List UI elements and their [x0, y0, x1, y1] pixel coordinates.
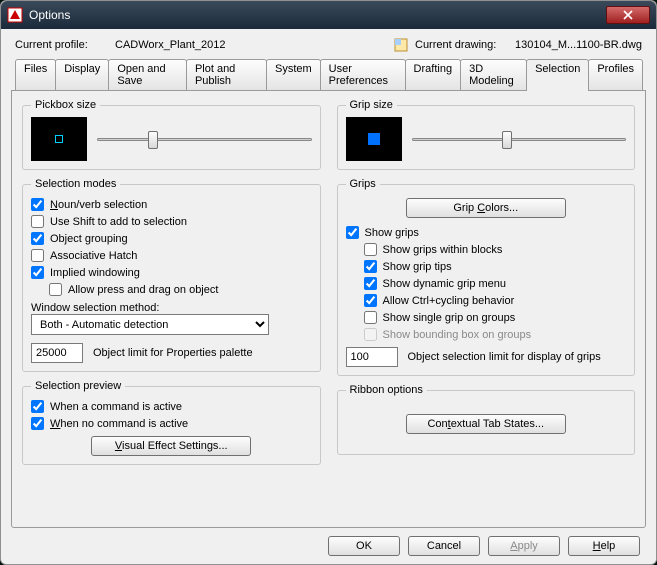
window-title: Options [29, 8, 606, 22]
tab-display[interactable]: Display [55, 59, 109, 90]
implied-window-check[interactable]: Implied windowing [31, 264, 312, 281]
no-cmd-check[interactable]: When no command is active [31, 415, 312, 432]
profile-value: CADWorx_Plant_2012 [115, 39, 393, 51]
gripsize-slider[interactable] [412, 129, 627, 149]
gripsize-preview [346, 117, 402, 161]
drawing-icon [393, 37, 409, 53]
grips-legend: Grips [346, 178, 380, 190]
tab-user-preferences[interactable]: User Preferences [320, 59, 406, 90]
pickbox-preview [31, 117, 87, 161]
cancel-button[interactable]: Cancel [408, 536, 480, 556]
allow-press-drag-check[interactable]: Allow press and drag on object [31, 281, 312, 298]
window-method-select[interactable]: Both - Automatic detection [31, 314, 269, 335]
grips-group: Grips Grip Colors... Show grips Show gri… [337, 178, 636, 376]
left-column: Pickbox size Selection modes Noun/verb s… [22, 99, 321, 519]
grips-within-blocks-check[interactable]: Show grips within blocks [346, 241, 627, 258]
tab-system[interactable]: System [266, 59, 321, 90]
grip-limit-label: Object selection limit for display of gr… [408, 351, 601, 363]
tab-files[interactable]: Files [15, 59, 56, 90]
drawing-label: Current drawing: [415, 39, 515, 51]
tab-strip: FilesDisplayOpen and SavePlot and Publis… [11, 59, 646, 90]
tab-open-and-save[interactable]: Open and Save [108, 59, 187, 90]
close-icon [623, 10, 633, 20]
options-dialog: Options Current profile: CADWorx_Plant_2… [0, 0, 657, 565]
help-button[interactable]: Help [568, 536, 640, 556]
selection-preview-group: Selection preview When a command is acti… [22, 380, 321, 465]
gripsize-group: Grip size [337, 99, 636, 170]
apply-button: Apply [488, 536, 560, 556]
single-grip-groups-check[interactable]: Show single grip on groups [346, 309, 627, 326]
object-grouping-check[interactable]: Object grouping [31, 230, 312, 247]
profile-label: Current profile: [15, 39, 115, 51]
ribbon-legend: Ribbon options [346, 384, 427, 396]
app-icon [7, 7, 23, 23]
profile-row: Current profile: CADWorx_Plant_2012 Curr… [11, 35, 646, 59]
titlebar: Options [1, 1, 656, 29]
ribbon-options-group: Ribbon options Contextual Tab States... [337, 384, 636, 455]
object-limit-input[interactable] [31, 343, 83, 363]
shift-add-check[interactable]: Use Shift to add to selection [31, 213, 312, 230]
window-method-label: Window selection method: [31, 302, 312, 314]
noun-verb-check[interactable]: Noun/verb selection [31, 196, 312, 213]
show-grips-check[interactable]: Show grips [346, 224, 627, 241]
pickbox-legend: Pickbox size [31, 99, 100, 111]
ctrl-cycle-check[interactable]: Allow Ctrl+cycling behavior [346, 292, 627, 309]
pickbox-slider[interactable] [97, 129, 312, 149]
bbox-groups-check: Show bounding box on groups [346, 326, 627, 343]
gripsize-legend: Grip size [346, 99, 397, 111]
grip-limit-input[interactable] [346, 347, 398, 367]
tab-profiles[interactable]: Profiles [588, 59, 643, 90]
client-area: Current profile: CADWorx_Plant_2012 Curr… [1, 29, 656, 564]
visual-effect-button[interactable]: Visual Effect Settings... [91, 436, 251, 456]
pickbox-group: Pickbox size [22, 99, 321, 170]
dialog-footer: OK Cancel Apply Help [11, 528, 646, 556]
assoc-hatch-check[interactable]: Associative Hatch [31, 247, 312, 264]
preview-legend: Selection preview [31, 380, 125, 392]
object-limit-label: Object limit for Properties palette [93, 347, 253, 359]
grip-tips-check[interactable]: Show grip tips [346, 258, 627, 275]
close-button[interactable] [606, 6, 650, 24]
tab-selection[interactable]: Selection [526, 59, 589, 91]
selection-modes-group: Selection modes Noun/verb selection Use … [22, 178, 321, 372]
cmd-active-check[interactable]: When a command is active [31, 398, 312, 415]
ok-button[interactable]: OK [328, 536, 400, 556]
selection-panel: Pickbox size Selection modes Noun/verb s… [11, 90, 646, 528]
modes-legend: Selection modes [31, 178, 120, 190]
contextual-tab-button[interactable]: Contextual Tab States... [406, 414, 566, 434]
grip-colors-button[interactable]: Grip Colors... [406, 198, 566, 218]
tab-drafting[interactable]: Drafting [405, 59, 462, 90]
drawing-value: 130104_M...1100-BR.dwg [515, 39, 642, 51]
tab-3d-modeling[interactable]: 3D Modeling [460, 59, 527, 90]
right-column: Grip size Grips Grip Colors... Show grip… [337, 99, 636, 519]
dynamic-grip-menu-check[interactable]: Show dynamic grip menu [346, 275, 627, 292]
tab-plot-and-publish[interactable]: Plot and Publish [186, 59, 267, 90]
